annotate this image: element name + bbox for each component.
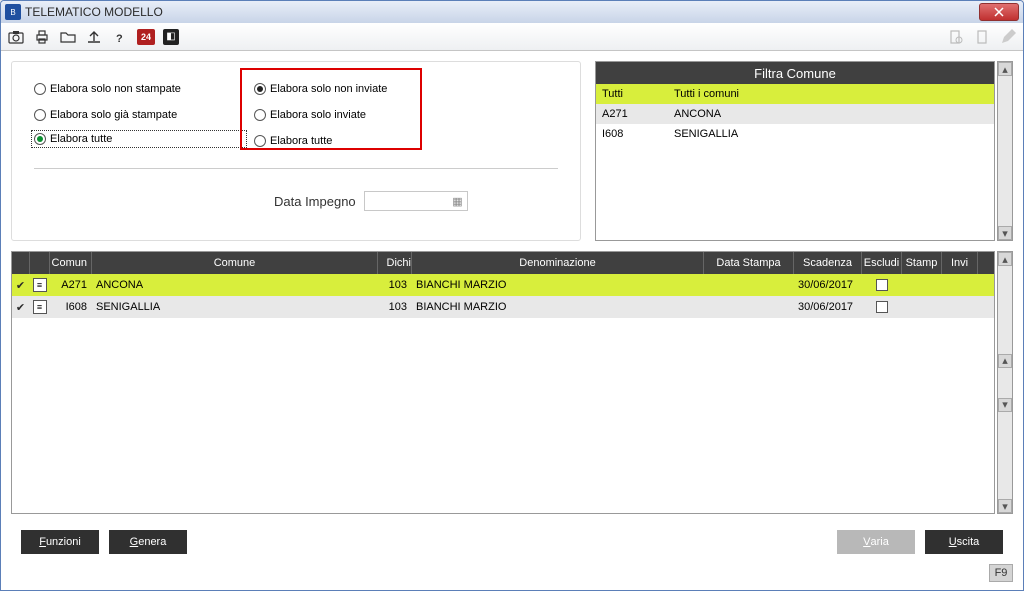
upload-icon[interactable] [85,28,103,46]
form-icon[interactable]: ≡ [33,300,47,314]
dark-tool-icon[interactable]: ◧ [163,29,179,45]
check-icon: ✔ [16,279,25,292]
calendar-icon[interactable]: ▦ [452,195,462,208]
filter-comune-panel: Filtra Comune TuttiTutti i comuni A271AN… [595,61,1013,241]
form-icon[interactable]: ≡ [33,278,47,292]
options-panel: Elabora solo non stampate Elabora solo g… [11,61,581,241]
scroll-jump-up-icon[interactable]: ▴ [998,354,1012,368]
toolbar: ? 24 ◧ [1,23,1023,51]
uscita-button[interactable]: Uscita [925,530,1003,554]
close-button[interactable] [979,3,1019,21]
titlebar: B TELEMATICO MODELLO [1,1,1023,23]
app-icon: B [5,4,21,20]
check-icon: ✔ [16,301,25,314]
help-icon[interactable]: ? [111,28,129,46]
scroll-down-icon[interactable]: ▾ [998,226,1012,240]
funzioni-button[interactable]: Funzioni [21,530,99,554]
data-impegno-row: Data Impegno ▦ [274,191,558,211]
data-grid: Comun Comune Dichi Denominazione Data St… [11,251,995,514]
grid-wrap: Comun Comune Dichi Denominazione Data St… [11,251,1013,514]
radio-non-stampate[interactable]: Elabora solo non stampate [34,80,244,98]
radio-gia-stampate[interactable]: Elabora solo già stampate [34,106,244,124]
radio-solo-inviate[interactable]: Elabora solo inviate [254,106,424,124]
data-impegno-label: Data Impegno [274,194,356,209]
filter-row-senigallia[interactable]: I608SENIGALLIA [596,124,994,144]
doc-icon [973,28,991,46]
filter-row-ancona[interactable]: A271ANCONA [596,104,994,124]
data-impegno-input[interactable]: ▦ [364,191,468,211]
f9-hint: F9 [989,564,1013,582]
grid-scrollbar[interactable]: ▴ ▴ ▾ ▾ [997,251,1013,514]
print-icon[interactable] [33,28,51,46]
camera-icon[interactable] [7,28,25,46]
svg-text:?: ? [116,33,123,45]
escludi-checkbox[interactable] [876,279,888,291]
grid-header: Comun Comune Dichi Denominazione Data St… [12,252,994,274]
window-title: TELEMATICO MODELLO [25,5,979,19]
doc-lock-icon [947,28,965,46]
send-filter-group: Elabora solo non inviate Elabora solo in… [254,80,424,150]
pencil-icon [999,28,1017,46]
table-row[interactable]: ✔ ≡ I608 SENIGALLIA 103 BIANCHI MARZIO 3… [12,296,994,318]
filter-scrollbar[interactable]: ▴ ▾ [997,61,1013,241]
radio-non-inviate[interactable]: Elabora solo non inviate [254,80,424,98]
footer: Funzioni Genera Varia Uscita [11,524,1013,560]
radio-tutte-inviate[interactable]: Elabora tutte [254,132,424,150]
badge-24[interactable]: 24 [137,29,155,45]
scroll-up-icon[interactable]: ▴ [998,62,1012,76]
escludi-checkbox[interactable] [876,301,888,313]
folder-icon[interactable] [59,28,77,46]
scroll-down-icon[interactable]: ▾ [998,499,1012,513]
table-row[interactable]: ✔ ≡ A271 ANCONA 103 BIANCHI MARZIO 30/06… [12,274,994,296]
app-window: B TELEMATICO MODELLO ? 24 ◧ Elabora solo… [0,0,1024,591]
print-filter-group: Elabora solo non stampate Elabora solo g… [34,80,244,150]
filter-header: Filtra Comune [596,62,994,84]
radio-tutte-stampate[interactable]: Elabora tutte [31,130,247,148]
genera-button[interactable]: Genera [109,530,187,554]
content-area: Elabora solo non stampate Elabora solo g… [1,51,1023,564]
scroll-jump-down-icon[interactable]: ▾ [998,398,1012,412]
scroll-up-icon[interactable]: ▴ [998,252,1012,266]
varia-button: Varia [837,530,915,554]
filter-row-tutti[interactable]: TuttiTutti i comuni [596,84,994,104]
upper-row: Elabora solo non stampate Elabora solo g… [11,61,1013,241]
